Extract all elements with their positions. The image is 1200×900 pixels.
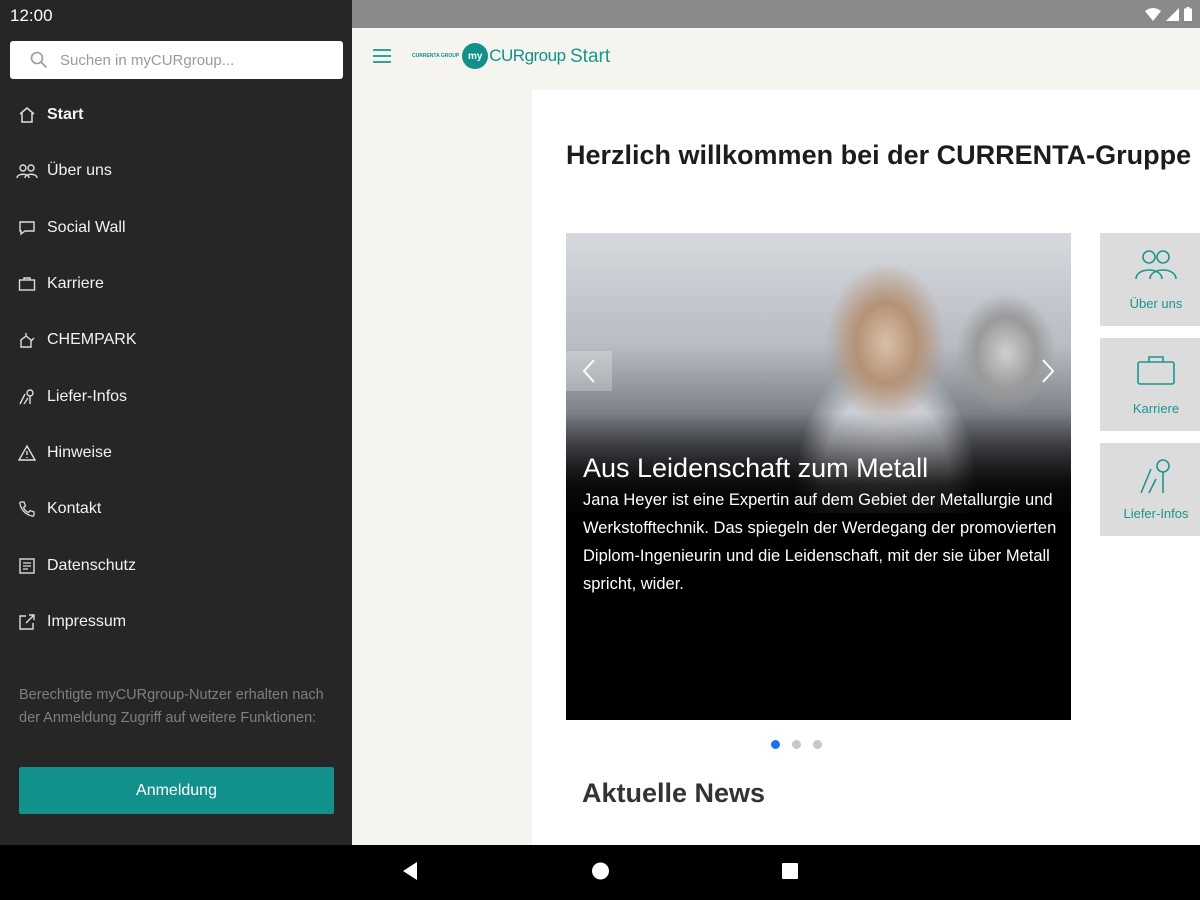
home-button-icon[interactable] [591, 861, 610, 886]
external-link-icon [16, 611, 38, 633]
delivery-icon [16, 386, 38, 408]
status-bar [352, 0, 1200, 28]
logo-badge: my [462, 43, 489, 69]
news-heading: Aktuelle News [582, 778, 766, 808]
drawer-item-datenschutz[interactable]: Datenschutz [0, 537, 352, 593]
tile-label: Karriere [1132, 401, 1180, 416]
drawer-item-karriere[interactable]: Karriere [0, 256, 352, 312]
drawer-item-social-wall[interactable]: Social Wall [0, 200, 352, 256]
document-icon [16, 555, 38, 577]
home-icon [16, 104, 38, 126]
app-bar: CURRENTA GROUP my CURgroup Start [352, 28, 1200, 90]
carousel-dot[interactable] [771, 740, 780, 749]
chevron-left-icon [582, 359, 595, 383]
slide-text: Jana Heyer ist eine Expertin auf dem Geb… [583, 491, 1057, 593]
search-input[interactable] [60, 51, 320, 69]
image-carousel[interactable]: Aus Leidenschaft zum Metall Jana Heyer i… [566, 233, 1071, 720]
delivery-icon [1140, 459, 1170, 494]
tile-label: Über uns [1129, 296, 1183, 311]
chempark-icon [16, 329, 38, 351]
drawer-item-label: Hinweise [47, 443, 112, 461]
tile-karriere[interactable]: Karriere [1100, 338, 1200, 431]
content-left-panel [352, 90, 532, 845]
drawer-item-ueber-uns[interactable]: Über uns [0, 143, 352, 199]
people-icon [16, 160, 38, 182]
wifi-icon [1145, 7, 1161, 21]
drawer-item-label: Liefer-Infos [47, 387, 128, 405]
briefcase-icon [16, 273, 38, 295]
carousel-dot[interactable] [813, 740, 822, 749]
drawer-item-start[interactable]: Start [0, 87, 352, 143]
warning-icon [16, 442, 38, 464]
drawer-item-label: Start [47, 106, 84, 124]
drawer-item-label: Über uns [47, 162, 112, 180]
status-time: 12:00 [10, 6, 53, 25]
drawer-nav: Start Über uns Social Wall Karriere CHEM… [0, 87, 352, 650]
chat-icon [16, 217, 38, 239]
signal-icon [1166, 7, 1179, 21]
navigation-drawer: 12:00 Start Über uns [0, 0, 352, 845]
search-icon [30, 51, 48, 69]
drawer-item-label: Karriere [47, 275, 104, 293]
drawer-item-chempark[interactable]: CHEMPARK [0, 312, 352, 368]
logo-word: CURgroup [489, 46, 566, 65]
drawer-item-liefer-infos[interactable]: Liefer-Infos [0, 368, 352, 424]
carousel-dot[interactable] [792, 740, 801, 749]
main-content: Herzlich willkommen bei der CURRENTA-Gru… [532, 90, 1200, 845]
login-button[interactable]: Anmeldung [19, 767, 334, 814]
carousel-prev-button[interactable] [566, 351, 612, 391]
carousel-next-button[interactable] [1025, 351, 1071, 391]
tile-liefer-infos[interactable]: Liefer-Infos [1100, 443, 1200, 536]
menu-icon[interactable] [372, 48, 392, 69]
recents-icon[interactable] [781, 861, 799, 886]
login-note: Berechtigte myCURgroup-Nutzer erhalten n… [19, 687, 324, 726]
drawer-item-label: Social Wall [47, 218, 126, 236]
chevron-right-icon [1042, 359, 1055, 383]
people-icon [1135, 250, 1177, 280]
battery-icon [1184, 7, 1192, 21]
slide-title: Aus Leidenschaft zum Metall [583, 453, 929, 483]
welcome-heading: Herzlich willkommen bei der CURRENTA-Gru… [566, 140, 1192, 170]
drawer-item-label: Kontakt [47, 500, 102, 518]
phone-icon [16, 498, 38, 520]
drawer-item-label: Datenschutz [47, 556, 136, 574]
tile-label: Liefer-Infos [1123, 506, 1189, 521]
drawer-item-hinweise[interactable]: Hinweise [0, 425, 352, 481]
carousel-dots [771, 740, 822, 749]
app-logo[interactable]: CURRENTA GROUP my CURgroup [412, 43, 566, 69]
page-title: Start [570, 46, 611, 67]
tile-ueber-uns[interactable]: Über uns [1100, 233, 1200, 326]
search-box[interactable] [10, 41, 343, 79]
back-icon[interactable] [401, 861, 419, 886]
drawer-item-impressum[interactable]: Impressum [0, 594, 352, 650]
system-nav-bar [0, 845, 1200, 900]
logo-small-text: CURRENTA GROUP [412, 53, 460, 59]
drawer-item-label: CHEMPARK [47, 331, 137, 349]
app-screen: 12:00 Start Über uns [0, 0, 1200, 900]
briefcase-icon [1137, 356, 1175, 385]
drawer-item-kontakt[interactable]: Kontakt [0, 481, 352, 537]
drawer-item-label: Impressum [47, 612, 127, 630]
